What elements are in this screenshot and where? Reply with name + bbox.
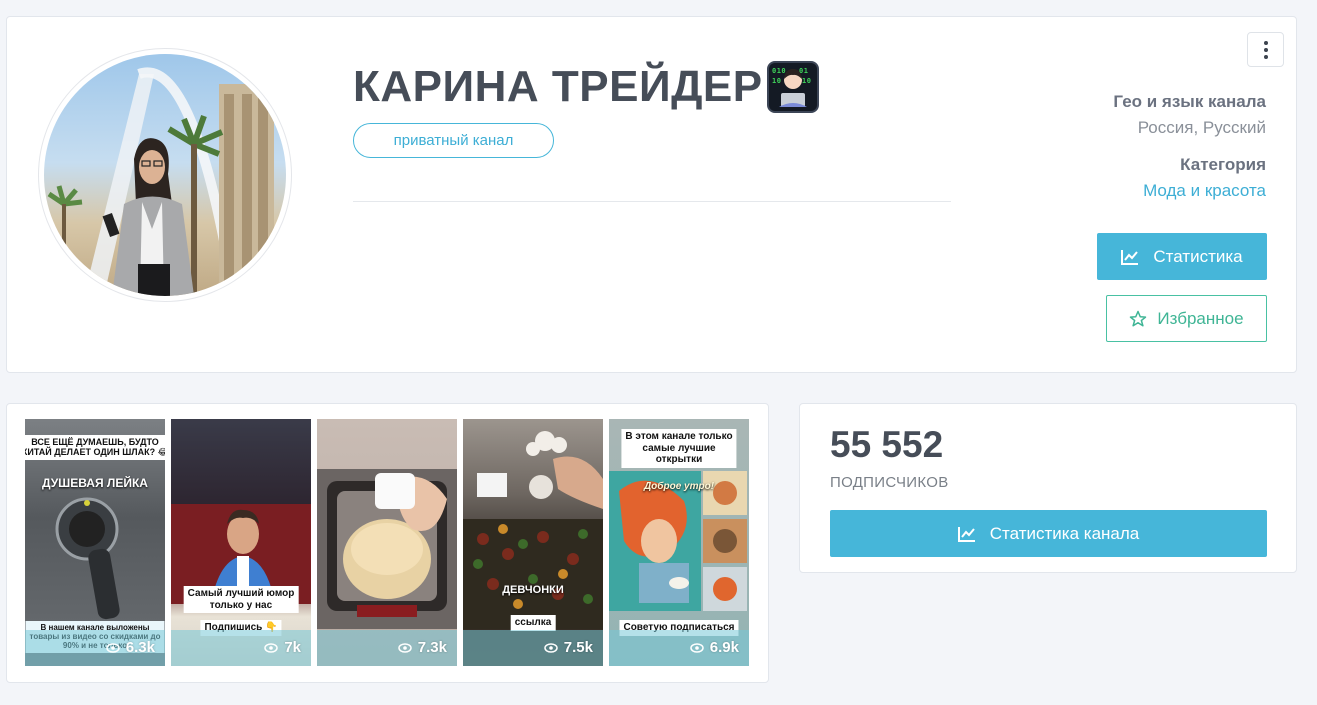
channel-profile-card: КАРИНА ТРЕЙДЕР 010 01 10 10 приватный ка… xyxy=(6,16,1297,373)
thumbnail-caption-mid: ДУШЕВАЯ ЛЕЙКА xyxy=(42,476,148,490)
post-thumbnails: ВСЕ ЕЩЁ ДУМАЕШЬ, БУДТО КИТАЙ ДЕЛАЕТ ОДИН… xyxy=(25,419,749,666)
thumbnail-caption-bottom: ссылка xyxy=(510,615,556,631)
thumbnail-caption-top: В этом канале только самые лучшие открыт… xyxy=(621,429,737,468)
views-count: 7.3k xyxy=(398,639,447,656)
statistics-button-label: Статистика xyxy=(1153,246,1243,266)
views-count: 6.9k xyxy=(690,639,739,656)
channel-title: КАРИНА ТРЕЙДЕР 010 01 10 10 xyxy=(353,61,819,113)
channel-statistics-button[interactable]: Статистика канала xyxy=(830,510,1267,557)
post-thumbnail[interactable]: ВСЕ ЕЩЁ ДУМАЕШЬ, БУДТО КИТАЙ ДЕЛАЕТ ОДИН… xyxy=(25,419,165,666)
subscribers-card: 55 552 ПОДПИСЧИКОВ Статистика канала xyxy=(799,403,1297,573)
views-count: 6.3k xyxy=(106,639,155,656)
views-count: 7k xyxy=(264,639,301,656)
eye-icon xyxy=(544,642,558,653)
private-channel-badge: приватный канал xyxy=(353,123,554,158)
thumbnail-caption-top: Самый лучший юмор только у нас xyxy=(183,586,299,613)
svg-text:10: 10 xyxy=(802,77,811,85)
star-icon xyxy=(1130,310,1147,326)
channel-statistics-button-label: Статистика канала xyxy=(989,523,1140,543)
svg-text:10: 10 xyxy=(772,77,781,85)
recent-posts-card: ВСЕ ЕЩЁ ДУМАЕШЬ, БУДТО КИТАЙ ДЕЛАЕТ ОДИН… xyxy=(6,403,769,683)
favorite-button-label: Избранное xyxy=(1157,308,1244,328)
category-section: Категория Мода и красота xyxy=(1143,155,1266,201)
eye-icon xyxy=(690,642,704,653)
kebab-menu-icon xyxy=(1263,40,1268,45)
more-options-button[interactable] xyxy=(1247,32,1284,67)
divider xyxy=(353,201,951,202)
category-label: Категория xyxy=(1180,155,1266,174)
post-thumbnail[interactable]: Самый лучший юмор только у нас Подпишись… xyxy=(171,419,311,666)
post-thumbnail[interactable]: ДЕВЧОНКИ ссылка 7.5k xyxy=(463,419,603,666)
line-chart-icon xyxy=(957,526,975,542)
post-thumbnail[interactable]: В этом канале только самые лучшие открыт… xyxy=(609,419,749,666)
statistics-button[interactable]: Статистика xyxy=(1097,233,1267,280)
svg-text:010: 010 xyxy=(772,67,786,75)
geo-language-value: Россия, Русский xyxy=(1137,118,1266,137)
post-thumbnail[interactable]: 7.3k xyxy=(317,419,457,666)
thumbnail-caption-top: ДЕВЧОНКИ xyxy=(502,584,564,596)
thumbnail-caption-top: ВСЕ ЕЩЁ ДУМАЕШЬ, БУДТО КИТАЙ ДЕЛАЕТ ОДИН… xyxy=(25,435,165,460)
thumbnail-caption-mid: Доброе утро! xyxy=(643,481,715,492)
subscribers-label: ПОДПИСЧИКОВ xyxy=(830,474,949,491)
eye-icon xyxy=(398,642,412,653)
views-count: 7.5k xyxy=(544,639,593,656)
geo-language-section: Гео и язык канала Россия, Русский xyxy=(1113,92,1266,138)
category-link[interactable]: Мода и красота xyxy=(1143,181,1266,201)
eye-icon xyxy=(264,642,279,653)
geo-language-label: Гео и язык канала xyxy=(1113,92,1266,111)
line-chart-icon xyxy=(1121,249,1139,265)
channel-avatar xyxy=(38,48,292,302)
channel-title-text: КАРИНА ТРЕЙДЕР xyxy=(353,62,763,111)
eye-icon xyxy=(106,642,120,653)
subscribers-count: 55 552 xyxy=(830,424,944,465)
technologist-woman-emoji-icon: 010 01 10 10 xyxy=(766,61,819,113)
favorite-button[interactable]: Избранное xyxy=(1106,295,1267,342)
